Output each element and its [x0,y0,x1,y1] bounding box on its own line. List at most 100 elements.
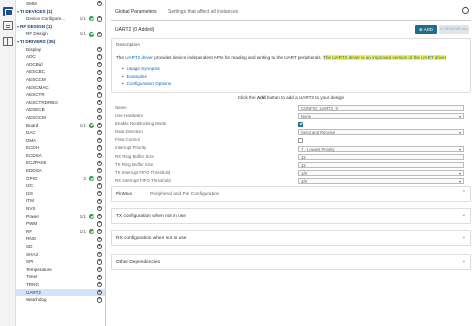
property-input[interactable]: 32 [298,153,464,160]
add-circle-icon[interactable]: + [96,145,102,151]
add-circle-icon[interactable]: + [96,137,102,144]
add-circle-icon[interactable]: + [96,152,102,159]
add-circle-icon[interactable]: + [96,16,102,22]
tree-item[interactable]: ITM + [16,197,105,205]
property-select[interactable]: 1/8 [298,169,464,176]
property-select[interactable]: 7 - Lowest Priority [298,145,464,152]
tree-item[interactable]: AESCCM + [16,76,105,84]
add-circle-icon[interactable]: + [96,266,102,273]
add-circle-icon[interactable]: + [96,206,102,212]
add-circle-icon[interactable]: + [96,31,102,37]
tree-item[interactable]: DAC + [16,129,105,137]
property-checkbox[interactable] [298,137,303,143]
tree-item[interactable]: TRNG + [16,281,105,289]
tree-item[interactable]: AESCTR + [16,91,105,99]
tree-item[interactable]: EDDSA + [16,167,105,175]
add-circle-icon[interactable]: + [96,46,102,52]
chevron-down-icon[interactable]: ⌄ [462,234,466,240]
tree-item[interactable]: Display + [16,46,105,54]
tree-item[interactable]: AESCMAC + [16,84,105,92]
tree-item[interactable]: Board 1/1 + [16,122,105,130]
tree-item[interactable]: ADC + [16,53,105,61]
add-circle-icon[interactable]: + [96,183,102,189]
remove-all-button[interactable]: ⊖ REMOVE ALL [439,25,469,34]
add-circle-icon[interactable]: + [96,130,102,136]
add-circle-icon[interactable]: + [96,1,102,7]
caret-down-icon[interactable]: ▾ [17,38,19,46]
tree-item[interactable]: SPI + [16,258,105,266]
examples-link[interactable]: Examples [122,74,171,82]
add-circle-icon[interactable]: + [96,115,102,121]
rx-config-section[interactable]: RX configuration when not in use ⌄ [111,230,471,246]
property-select[interactable]: 4/8 [298,177,464,184]
tree-item[interactable]: UART2 + [16,288,105,297]
add-circle-icon[interactable]: + [96,228,102,235]
tree-item[interactable]: Temperature + [16,266,105,274]
other-dependencies-section[interactable]: Other Dependencies ⌄ [111,254,471,270]
tree-item[interactable]: SHA2 + [16,251,105,259]
tree-item[interactable]: Timer + [16,273,105,281]
add-circle-icon[interactable]: + [96,198,102,204]
tree-item[interactable]: ECDSA + [16,152,105,160]
tx-config-section[interactable]: TX configuration when not in use ⌄ [111,208,471,224]
tree-item[interactable]: PWM + [16,220,105,228]
add-circle-icon[interactable]: + [96,160,102,166]
add-circle-icon[interactable]: + [96,69,102,75]
add-circle-icon[interactable]: + [96,221,102,227]
property-input[interactable]: 32 [298,161,464,168]
add-circle-icon[interactable]: + [96,122,102,128]
tree-item[interactable]: I2C + [16,182,105,190]
add-circle-icon[interactable]: + [96,54,102,60]
tree-item[interactable]: Power 1/1 + [16,213,105,221]
tree-item[interactable]: DMA + [16,137,105,145]
config-view-icon[interactable] [3,7,13,16]
add-circle-icon[interactable]: + [96,244,102,250]
tree-item[interactable]: AESCBC + [16,68,105,76]
add-circle-icon[interactable]: + [96,251,102,257]
add-circle-icon[interactable]: + [96,168,102,174]
add-circle-icon[interactable]: + [96,236,102,242]
tree-item[interactable]: RF 1/1 + [16,228,105,236]
tree-item[interactable]: ADCBuf + [16,61,105,69]
add-circle-icon[interactable]: + [96,213,102,219]
tree-item[interactable]: I2S + [16,190,105,198]
add-circle-icon[interactable]: + [96,190,102,197]
tree-item[interactable]: NVS + [16,205,105,213]
property-checkbox[interactable] [298,121,303,127]
book-icon[interactable] [3,37,13,46]
add-circle-icon[interactable]: + [96,274,102,280]
add-circle-icon[interactable]: + [96,297,102,303]
add-circle-icon[interactable]: + [96,259,102,265]
property-select[interactable]: None [298,113,464,120]
uart2-driver-link[interactable]: UART2 driver [125,55,153,60]
tree-category[interactable]: ▾ TI DEVICES (1) [16,8,105,16]
property-select[interactable]: Send and Receive [298,129,464,136]
tree-item[interactable]: Watchdog + [16,296,105,304]
tree-item[interactable]: Device Configure... 1/1 + [16,15,105,23]
chevron-down-icon[interactable]: ⌄ [462,258,466,264]
add-circle-icon[interactable]: + [96,84,102,90]
pinmux-section[interactable]: PinMux Peripheral and Pin Configuration … [111,186,471,202]
chevron-down-icon[interactable]: ⌄ [462,212,466,218]
add-circle-icon[interactable]: + [96,61,102,68]
property-input[interactable]: CONFIG_UART2_0 [298,105,464,112]
tree-item[interactable]: AESGCM + [16,114,105,122]
configuration-options-link[interactable]: Configuration Options [122,81,171,89]
add-circle-icon[interactable]: + [96,77,102,83]
add-circle-icon[interactable]: + [96,92,102,98]
global-parameters-header[interactable]: Global Parameters Settings that affect a… [111,3,471,21]
usage-synopsis-link[interactable]: Usage Synopsis [122,66,171,74]
add-circle-icon[interactable]: + [96,289,102,295]
tree-item[interactable]: AESCTRDRBG + [16,99,105,107]
list-view-icon[interactable] [3,21,13,30]
collapse-icon[interactable]: ⌃ [462,7,469,14]
tree-item[interactable]: RF Design 1/1 + [16,30,105,38]
tree-item[interactable]: AESECB + [16,106,105,114]
add-circle-icon[interactable]: + [96,282,102,288]
tree-item[interactable]: SMM + [16,0,105,8]
add-circle-icon[interactable]: + [96,107,102,113]
caret-down-icon[interactable]: ▾ [17,23,19,31]
caret-down-icon[interactable]: ▾ [17,8,19,16]
tree-item[interactable]: GPIO 2 + [16,175,105,183]
tree-item[interactable]: ECJPAKE + [16,159,105,167]
